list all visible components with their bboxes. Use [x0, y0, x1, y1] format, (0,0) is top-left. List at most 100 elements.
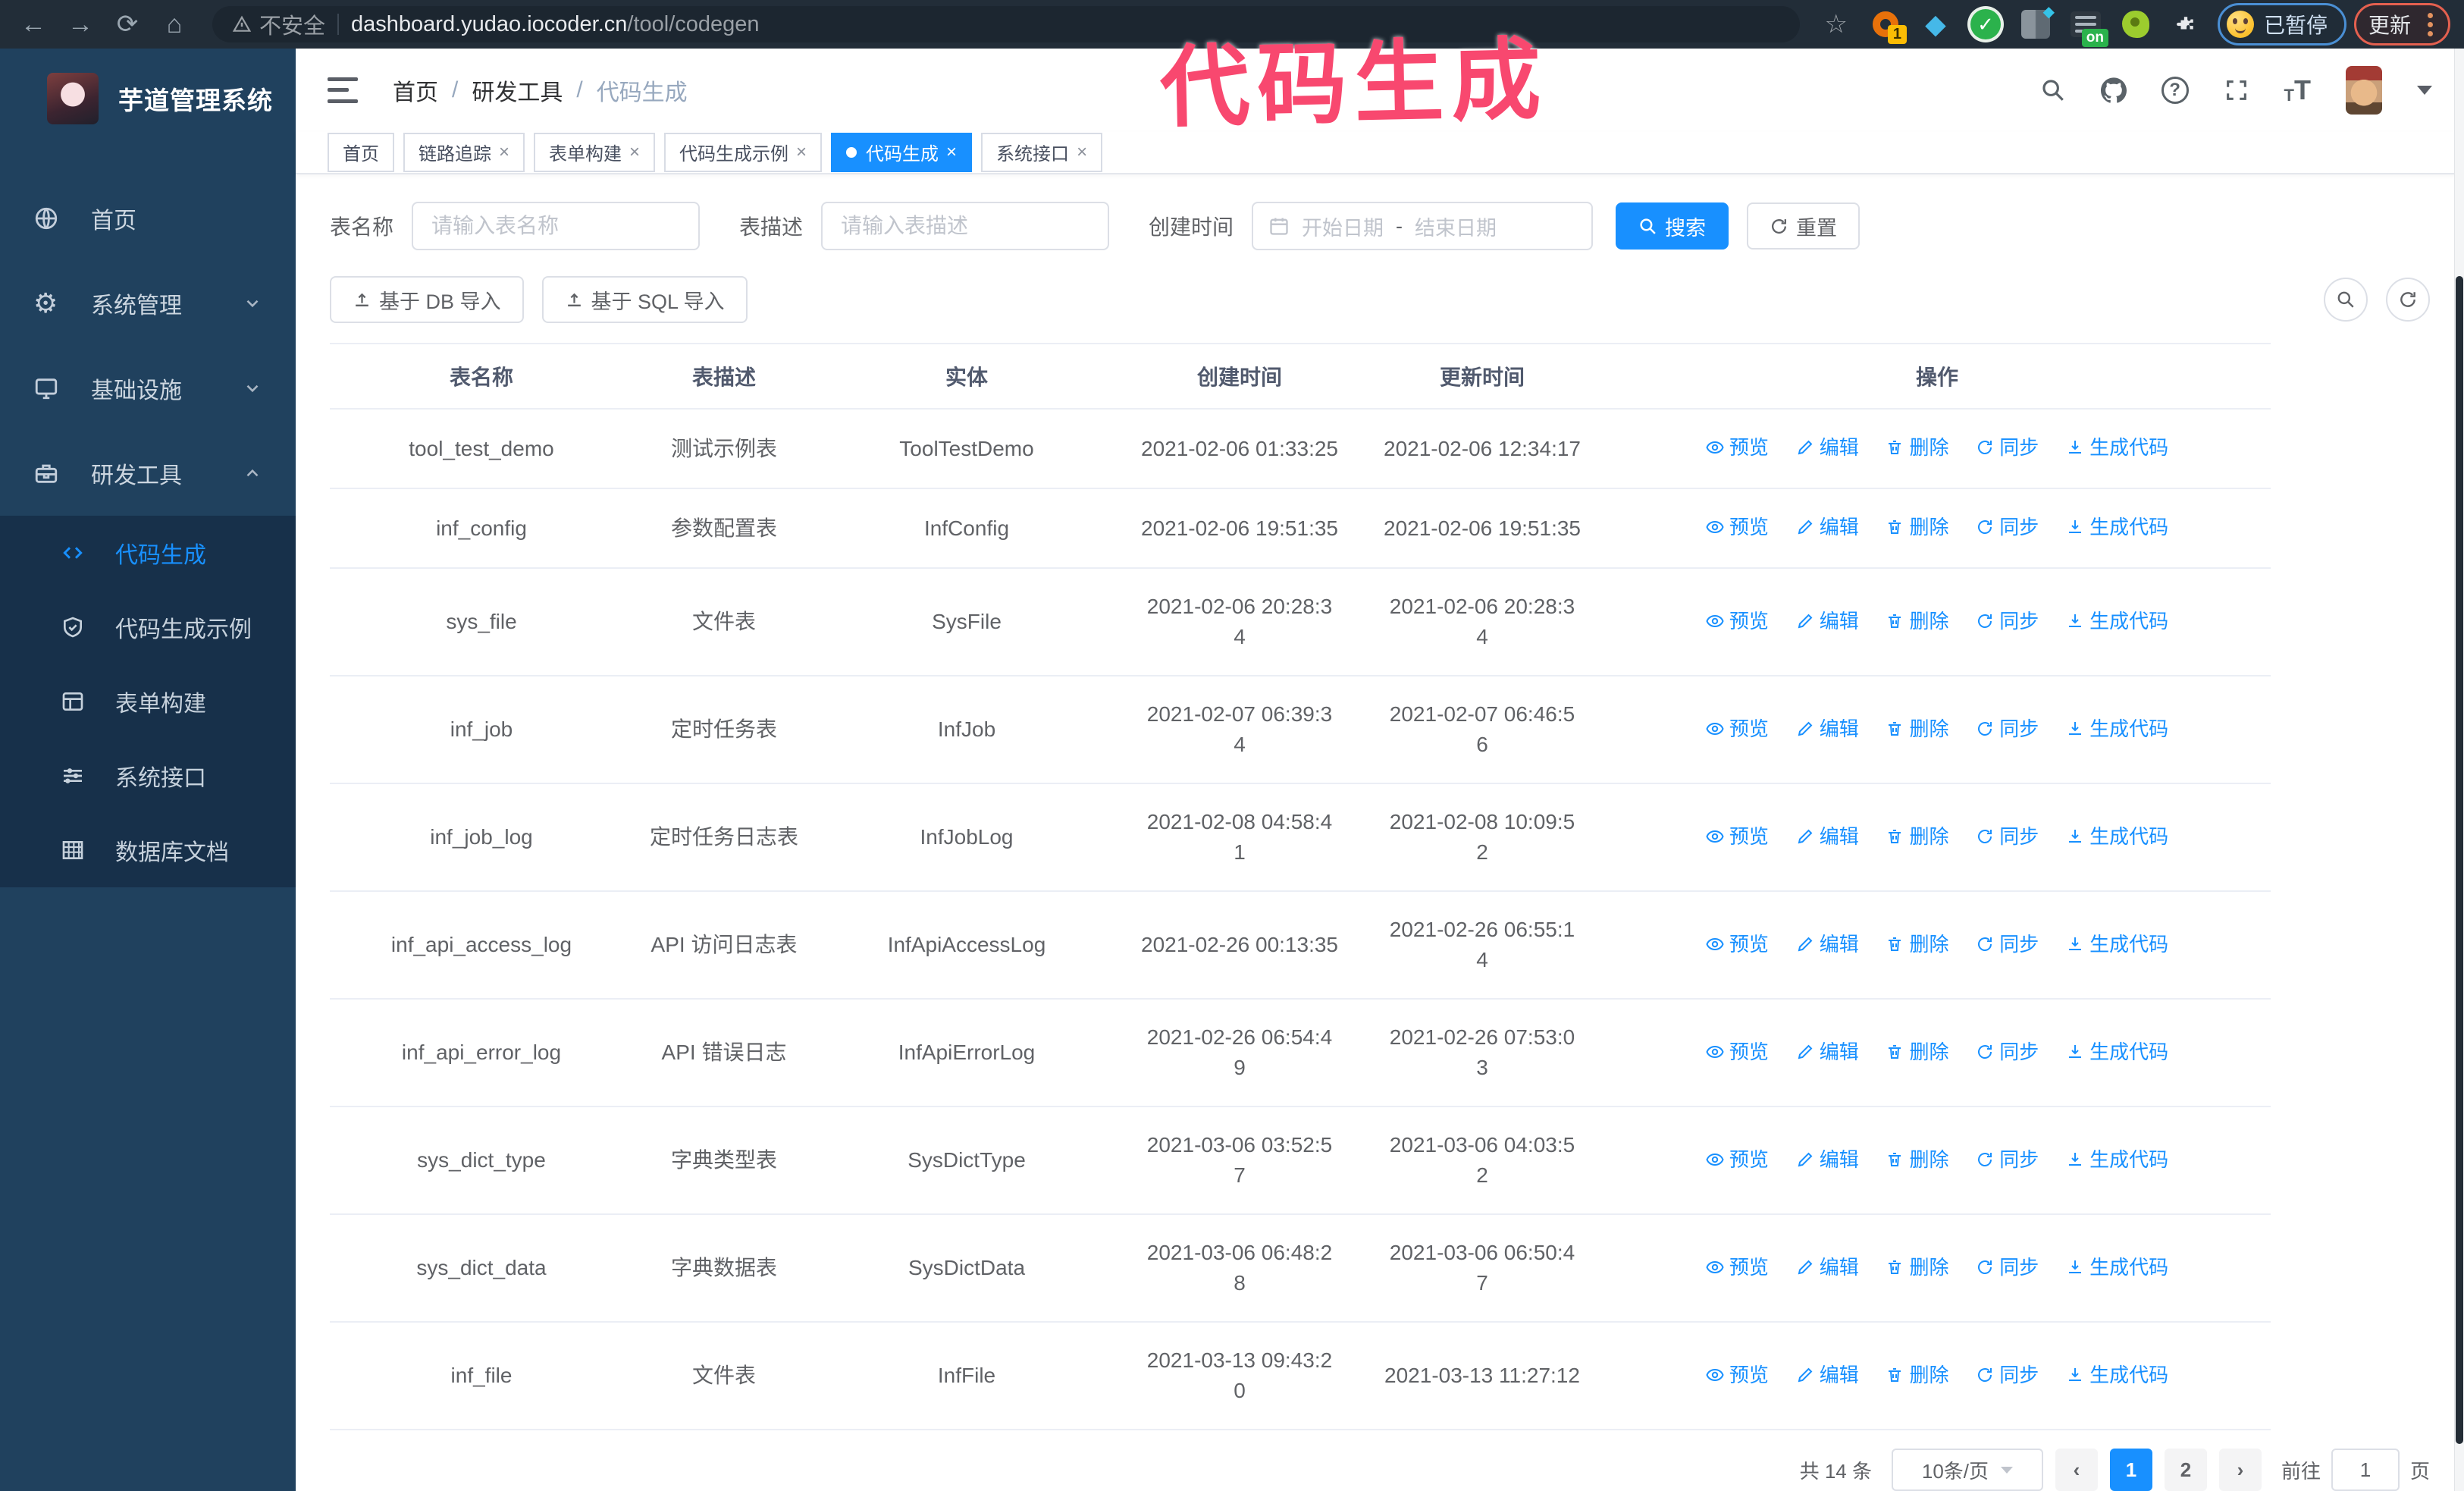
help-icon[interactable]: ? [2161, 76, 2189, 104]
delete-link[interactable]: 删除 [1886, 512, 1949, 542]
edit-link[interactable]: 编辑 [1796, 821, 1859, 852]
generate-code-link[interactable]: 生成代码 [2066, 1037, 2168, 1067]
sidebar-item-home[interactable]: 首页 [0, 176, 296, 261]
browser-forward-icon[interactable]: → [61, 6, 100, 42]
sync-link[interactable]: 同步 [1976, 929, 2039, 959]
extension-grid-icon[interactable] [2019, 2, 2055, 41]
edit-link[interactable]: 编辑 [1796, 606, 1859, 636]
breadcrumb-devtools[interactable]: 研发工具 [472, 74, 563, 107]
sidebar-item-codegen[interactable]: 代码生成 [0, 516, 296, 590]
paused-extension-pill[interactable]: 已暂停 [2217, 3, 2346, 46]
sync-link[interactable]: 同步 [1976, 432, 2039, 463]
edit-link[interactable]: 编辑 [1796, 714, 1859, 744]
delete-link[interactable]: 删除 [1886, 821, 1949, 852]
sidebar-item-form-builder[interactable]: 表单构建 [0, 664, 296, 739]
search-button[interactable]: 搜索 [1616, 202, 1729, 250]
delete-link[interactable]: 删除 [1886, 432, 1949, 463]
extension-green-check-icon[interactable]: ✓ [1969, 8, 2002, 41]
tab-codegen-demo[interactable]: 代码生成示例 × [664, 132, 823, 172]
edit-link[interactable]: 编辑 [1796, 432, 1859, 463]
sync-link[interactable]: 同步 [1976, 1144, 2039, 1175]
table-desc-input[interactable] [821, 202, 1110, 250]
sync-link[interactable]: 同步 [1976, 1252, 2039, 1282]
app-logo-row[interactable]: 芋道管理系统 [0, 49, 296, 149]
prev-page-button[interactable]: ‹ [2055, 1449, 2098, 1491]
preview-link[interactable]: 预览 [1706, 929, 1769, 959]
reset-button[interactable]: 重置 [1747, 202, 1861, 250]
sidebar-item-devtools[interactable]: 研发工具 [0, 431, 296, 516]
delete-link[interactable]: 删除 [1886, 1360, 1949, 1390]
edit-link[interactable]: 编辑 [1796, 512, 1859, 542]
tab-codegen[interactable]: 代码生成 × [831, 132, 973, 172]
generate-code-link[interactable]: 生成代码 [2066, 1252, 2168, 1282]
browser-back-icon[interactable]: ← [14, 6, 53, 42]
bookmark-star-icon[interactable]: ☆ [1818, 9, 1853, 39]
sync-link[interactable]: 同步 [1976, 1037, 2039, 1067]
next-page-button[interactable]: › [2218, 1449, 2262, 1491]
edit-link[interactable]: 编辑 [1796, 929, 1859, 959]
font-size-icon[interactable]: TT [2284, 76, 2311, 104]
import-db-button[interactable]: 基于 DB 导入 [330, 276, 524, 323]
sync-link[interactable]: 同步 [1976, 512, 2039, 542]
close-icon[interactable]: × [499, 142, 509, 163]
generate-code-link[interactable]: 生成代码 [2066, 1360, 2168, 1390]
sidebar-item-db-doc[interactable]: 数据库文档 [0, 813, 296, 887]
preview-link[interactable]: 预览 [1706, 512, 1769, 542]
sync-link[interactable]: 同步 [1976, 606, 2039, 636]
sync-link[interactable]: 同步 [1976, 1360, 2039, 1390]
create-time-range-picker[interactable]: 开始日期 - 结束日期 [1252, 202, 1594, 250]
preview-link[interactable]: 预览 [1706, 1360, 1769, 1390]
extension-orange-icon[interactable]: 1 [1869, 8, 1907, 44]
import-sql-button[interactable]: 基于 SQL 导入 [541, 276, 748, 323]
extension-gem-icon[interactable]: ◆ [1919, 8, 1952, 41]
github-icon[interactable] [2100, 77, 2127, 103]
preview-link[interactable]: 预览 [1706, 714, 1769, 744]
tab-system-api[interactable]: 系统接口 × [981, 132, 1103, 172]
delete-link[interactable]: 删除 [1886, 606, 1949, 636]
preview-link[interactable]: 预览 [1706, 606, 1769, 636]
generate-code-link[interactable]: 生成代码 [2066, 929, 2168, 959]
page-button-1[interactable]: 1 [2109, 1449, 2152, 1491]
delete-link[interactable]: 删除 [1886, 714, 1949, 744]
preview-link[interactable]: 预览 [1706, 1252, 1769, 1282]
sidebar-item-system-api[interactable]: 系统接口 [0, 739, 296, 813]
sidebar-toggle-icon[interactable] [328, 77, 358, 103]
browser-menu-icon[interactable] [2425, 12, 2436, 36]
window-scrollbar[interactable] [2454, 49, 2464, 1491]
generate-code-link[interactable]: 生成代码 [2066, 512, 2168, 542]
browser-reload-icon[interactable]: ⟳ [108, 6, 147, 42]
browser-update-button[interactable]: 更新 [2353, 3, 2450, 46]
preview-link[interactable]: 预览 [1706, 1144, 1769, 1175]
breadcrumb-home[interactable]: 首页 [393, 74, 438, 107]
user-avatar[interactable] [2346, 65, 2382, 115]
sidebar-item-infra[interactable]: 基础设施 [0, 346, 296, 431]
tab-home[interactable]: 首页 [328, 132, 394, 172]
sidebar-item-system[interactable]: ⚙ 系统管理 [0, 261, 296, 346]
close-icon[interactable]: × [946, 142, 957, 163]
delete-link[interactable]: 删除 [1886, 1252, 1949, 1282]
extensions-puzzle-icon[interactable] [2169, 8, 2202, 41]
toggle-search-button[interactable] [2324, 278, 2368, 322]
generate-code-link[interactable]: 生成代码 [2066, 606, 2168, 636]
extension-key-icon[interactable] [2119, 8, 2152, 41]
edit-link[interactable]: 编辑 [1796, 1252, 1859, 1282]
browser-home-icon[interactable]: ⌂ [155, 6, 194, 42]
generate-code-link[interactable]: 生成代码 [2066, 714, 2168, 744]
edit-link[interactable]: 编辑 [1796, 1144, 1859, 1175]
table-name-input[interactable] [412, 202, 701, 250]
tab-form-builder[interactable]: 表单构建 × [534, 132, 656, 172]
generate-code-link[interactable]: 生成代码 [2066, 821, 2168, 852]
delete-link[interactable]: 删除 [1886, 929, 1949, 959]
delete-link[interactable]: 删除 [1886, 1037, 1949, 1067]
goto-page-input[interactable] [2331, 1449, 2400, 1491]
preview-link[interactable]: 预览 [1706, 821, 1769, 852]
generate-code-link[interactable]: 生成代码 [2066, 1144, 2168, 1175]
extension-proxy-icon[interactable]: on [2069, 8, 2108, 47]
preview-link[interactable]: 预览 [1706, 1037, 1769, 1067]
generate-code-link[interactable]: 生成代码 [2066, 432, 2168, 463]
close-icon[interactable]: × [629, 142, 640, 163]
user-menu-caret-icon[interactable] [2417, 85, 2432, 95]
sync-link[interactable]: 同步 [1976, 714, 2039, 744]
refresh-table-button[interactable] [2386, 278, 2430, 322]
tab-tracing[interactable]: 链路追踪 × [403, 132, 525, 172]
